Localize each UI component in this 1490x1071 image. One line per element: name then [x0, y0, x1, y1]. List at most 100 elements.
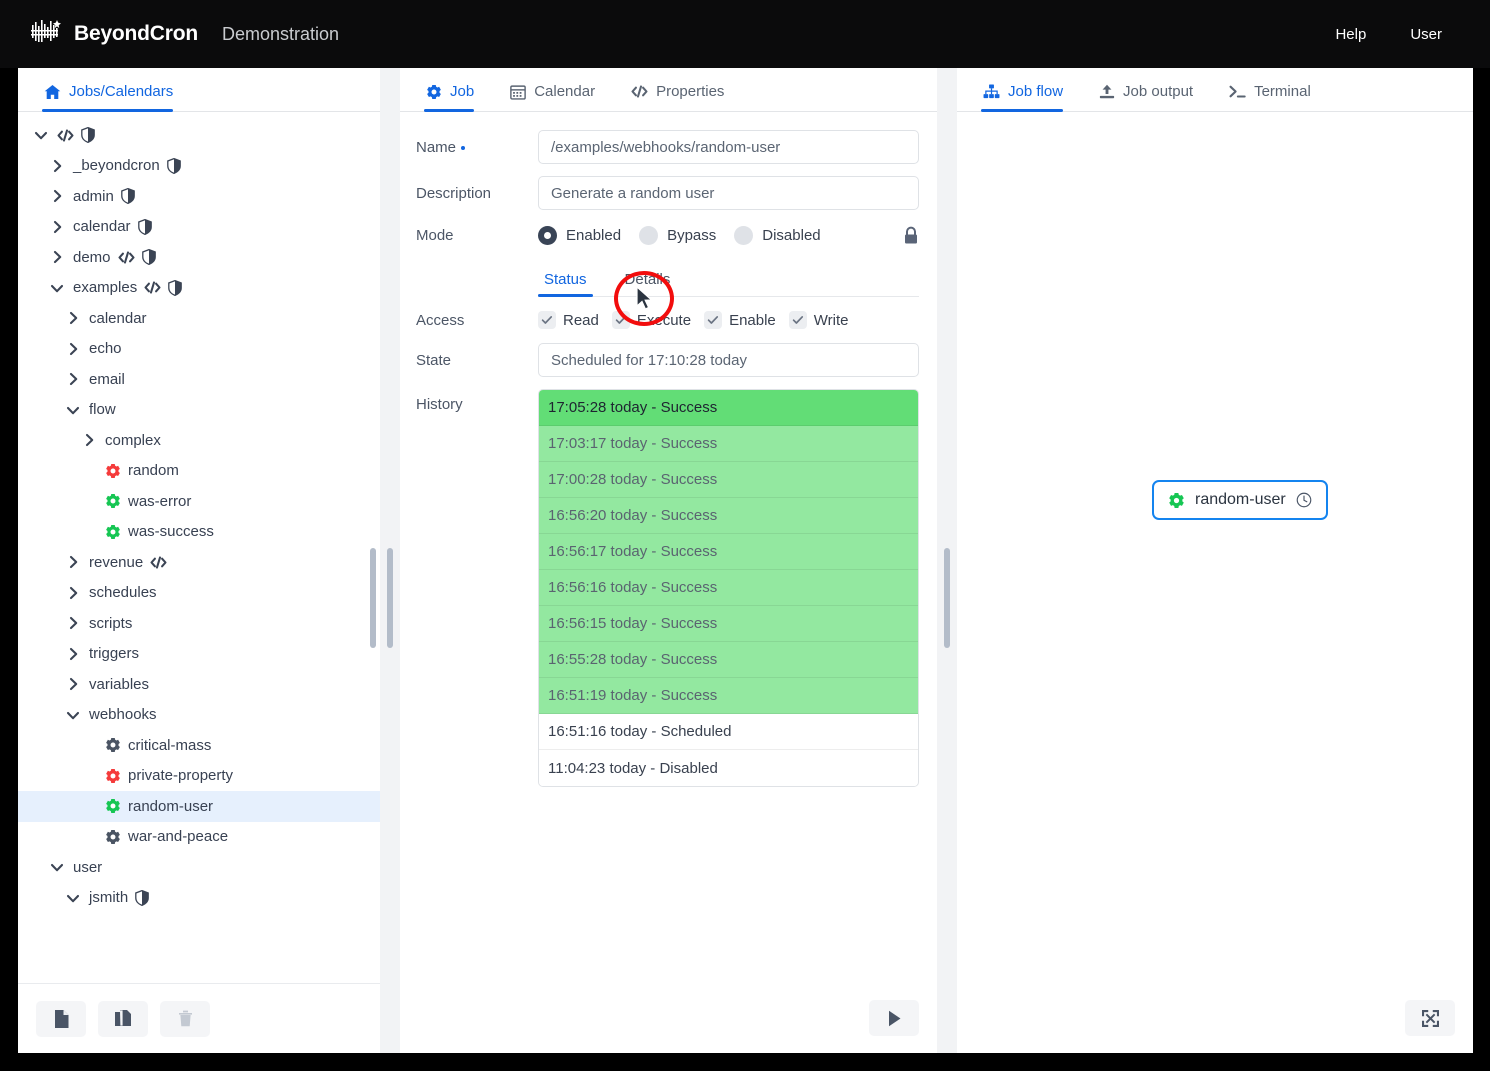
flow-canvas[interactable]: random-user [957, 112, 1473, 1053]
chevron-down-icon[interactable] [66, 708, 82, 722]
required-dot [461, 145, 466, 150]
tree-item-calendar[interactable]: calendar [18, 212, 380, 243]
state-input[interactable] [538, 343, 919, 377]
tree-item-complex[interactable]: complex [18, 425, 380, 456]
tree-item-beyondcron[interactable]: _beyondcron [18, 151, 380, 182]
copy-button[interactable] [98, 1000, 148, 1037]
chevron-right-icon[interactable] [50, 159, 66, 173]
fullscreen-button[interactable] [1405, 1000, 1455, 1036]
new-file-button[interactable] [36, 1000, 86, 1037]
chevron-right-icon[interactable] [50, 189, 66, 203]
subtab-status[interactable]: Status [538, 271, 593, 297]
center-scrollbar-left[interactable] [387, 548, 393, 648]
tree-item-scripts[interactable]: scripts [18, 608, 380, 639]
mode-radio-bypass[interactable]: Bypass [639, 226, 716, 245]
tree-item-admin[interactable]: admin [18, 181, 380, 212]
history-row[interactable]: 16:56:20 today - Success [539, 498, 918, 534]
tab-properties[interactable]: Properties [629, 83, 740, 111]
calendar-icon [510, 84, 527, 100]
mode-radio-label: Bypass [667, 227, 717, 244]
chevron-right-icon[interactable] [66, 555, 82, 569]
history-row[interactable]: 17:03:17 today - Success [539, 426, 918, 462]
help-button[interactable]: Help [1313, 16, 1388, 53]
flow-node-random-user[interactable]: random-user [1152, 480, 1328, 520]
tree-item-demo[interactable]: demo [18, 242, 380, 273]
tab-job-flow[interactable]: Job flow [981, 83, 1079, 112]
tab-jobs-calendars[interactable]: Jobs/Calendars [42, 83, 189, 112]
history-row[interactable]: 16:55:28 today - Success [539, 642, 918, 678]
tree-item-schedules[interactable]: schedules [18, 578, 380, 609]
tab-terminal[interactable]: Terminal [1227, 83, 1327, 111]
chevron-right-icon[interactable] [50, 220, 66, 234]
tree-item-random[interactable]: random [18, 456, 380, 487]
tree-item-root[interactable] [18, 120, 380, 151]
tree-item-variables[interactable]: variables [18, 669, 380, 700]
tree-item-echo[interactable]: echo [18, 334, 380, 365]
mode-radio-enabled[interactable]: Enabled [538, 226, 621, 245]
tree-item-label: war-and-peace [128, 828, 229, 846]
access-checkbox-read[interactable]: Read [538, 311, 599, 329]
description-input[interactable] [538, 176, 919, 210]
tab-label: Job [450, 83, 475, 100]
tree-item-jsmith[interactable]: jsmith [18, 883, 380, 914]
mode-radio-disabled[interactable]: Disabled [734, 226, 821, 245]
access-checkbox-write[interactable]: Write [788, 311, 849, 329]
shield-icon [137, 218, 152, 235]
tree-item-revenue[interactable]: revenue [18, 547, 380, 578]
tree-item-webhooks[interactable]: webhooks [18, 700, 380, 731]
chevron-right-icon[interactable] [66, 342, 82, 356]
chevron-right-icon[interactable] [66, 616, 82, 630]
mode-radio-group[interactable]: Enabled Bypass Disabled [538, 226, 903, 245]
chevron-down-icon[interactable] [66, 891, 82, 905]
tab-job-output[interactable]: Job output [1097, 83, 1209, 111]
chevron-right-icon[interactable] [66, 372, 82, 386]
chevron-right-icon[interactable] [66, 677, 82, 691]
tree-item-calendar[interactable]: calendar [18, 303, 380, 334]
tree-item-was-success[interactable]: was-success [18, 517, 380, 548]
tree-item-flow[interactable]: flow [18, 395, 380, 426]
tree-item-war-and-peace[interactable]: war-and-peace [18, 822, 380, 853]
chevron-right-icon[interactable] [82, 433, 98, 447]
run-job-button[interactable] [869, 1000, 919, 1036]
history-row[interactable]: 16:51:19 today - Success [539, 678, 918, 714]
name-input[interactable] [538, 130, 919, 164]
history-row[interactable]: 17:05:28 today - Success [539, 390, 918, 426]
chevron-down-icon[interactable] [50, 281, 66, 295]
history-list[interactable]: 17:05:28 today - Success 17:03:17 today -… [538, 389, 919, 787]
delete-button[interactable] [160, 1000, 210, 1037]
access-checkbox-group[interactable]: Read Execute Enable Write [538, 311, 919, 329]
chevron-down-icon[interactable] [66, 403, 82, 417]
tree-item-critical-mass[interactable]: critical-mass [18, 730, 380, 761]
user-button[interactable]: User [1388, 16, 1464, 53]
tree-item-examples[interactable]: examples [18, 273, 380, 304]
subtab-details[interactable]: Details [619, 271, 677, 296]
history-row[interactable]: 16:56:17 today - Success [539, 534, 918, 570]
chevron-right-icon[interactable] [66, 311, 82, 325]
chevron-down-icon[interactable] [34, 128, 50, 142]
job-tree[interactable]: _beyondcron admin calendar demo examples cale… [18, 112, 380, 983]
chevron-down-icon[interactable] [50, 860, 66, 874]
history-row[interactable]: 16:51:16 today - Scheduled [539, 714, 918, 750]
tab-job[interactable]: Job [424, 83, 490, 112]
access-checkbox-execute[interactable]: Execute [611, 311, 691, 329]
tree-item-triggers[interactable]: triggers [18, 639, 380, 670]
access-checkbox-enable[interactable]: Enable [704, 311, 776, 329]
history-row[interactable]: 16:56:15 today - Success [539, 606, 918, 642]
tree-item-user[interactable]: user [18, 852, 380, 883]
code-icon [57, 128, 74, 143]
sidebar-scrollbar[interactable] [370, 548, 376, 648]
chevron-right-icon[interactable] [66, 586, 82, 600]
center-scrollbar-right[interactable] [944, 548, 950, 648]
tree-item-private-property[interactable]: private-property [18, 761, 380, 792]
tree-item-random-user[interactable]: random-user [18, 791, 380, 822]
history-row[interactable]: 11:04:23 today - Disabled [539, 750, 918, 786]
tree-item-label: _beyondcron [73, 157, 160, 175]
tree-item-email[interactable]: email [18, 364, 380, 395]
tab-calendar[interactable]: Calendar [508, 83, 611, 111]
tree-item-was-error[interactable]: was-error [18, 486, 380, 517]
gear-icon-red [105, 463, 121, 479]
history-row[interactable]: 16:56:16 today - Success [539, 570, 918, 606]
chevron-right-icon[interactable] [50, 250, 66, 264]
history-row[interactable]: 17:00:28 today - Success [539, 462, 918, 498]
chevron-right-icon[interactable] [66, 647, 82, 661]
